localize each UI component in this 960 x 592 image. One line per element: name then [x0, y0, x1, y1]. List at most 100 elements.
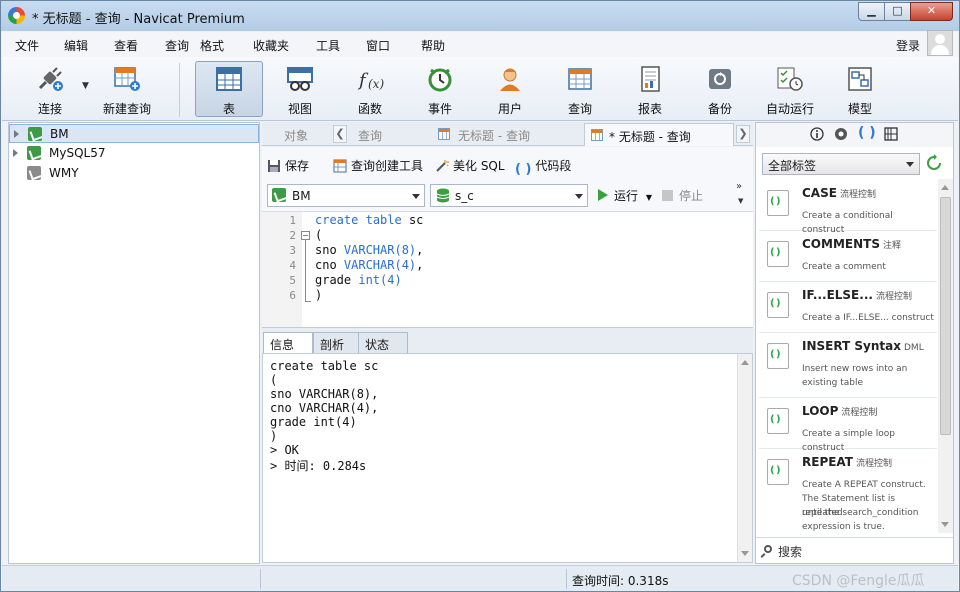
- avatar[interactable]: [927, 30, 953, 56]
- fold-guide-end: [305, 301, 311, 302]
- snippet-description: Insert new rows into an: [802, 364, 908, 374]
- save-button[interactable]: 保存: [267, 157, 309, 174]
- preview-icon[interactable]: [834, 127, 848, 141]
- snippet-filter-select[interactable]: 全部标签: [762, 153, 920, 175]
- menu-bar: 文件 编辑 查看 查询 格式 收藏夹 工具 窗口 帮助 登录: [2, 32, 958, 57]
- run-dropdown-icon[interactable]: ▼: [646, 193, 652, 202]
- snippet-title-text: LOOP: [802, 404, 839, 418]
- scroll-up-icon[interactable]: [941, 185, 949, 190]
- tab-query[interactable]: 查询: [350, 123, 434, 146]
- snippet-scrollbar[interactable]: [938, 179, 953, 533]
- run-button[interactable]: 运行 ▼: [598, 187, 652, 204]
- overflow-chevron-icon[interactable]: »: [736, 181, 742, 192]
- database-select[interactable]: s_c: [430, 184, 588, 207]
- snippet-panel: ( ) 全部标签 CASE流程控制 Create a conditional c…: [755, 122, 954, 564]
- toolbar-query-button[interactable]: 查询: [546, 61, 614, 117]
- menu-edit[interactable]: 编辑: [64, 37, 88, 54]
- menu-help[interactable]: 帮助: [421, 37, 445, 54]
- info-icon[interactable]: [810, 127, 824, 141]
- fold-toggle-icon[interactable]: −: [301, 231, 310, 240]
- close-button[interactable]: ✕: [910, 2, 953, 21]
- expand-arrow-icon[interactable]: [14, 130, 19, 138]
- scroll-thumb[interactable]: [940, 197, 951, 435]
- snippet-loop[interactable]: LOOP流程控制 Create a simple loop construct: [759, 398, 937, 453]
- snippet-category: 流程控制: [875, 292, 912, 302]
- code-snippet-button[interactable]: ( ) 代码段: [515, 157, 571, 177]
- code-snippet-icon: ( ): [515, 162, 532, 177]
- expand-arrow-icon[interactable]: [13, 149, 18, 157]
- toolbar-label: 新建查询: [102, 102, 151, 116]
- toolbar-report-button[interactable]: 报表: [616, 61, 684, 117]
- refresh-snippet-icon[interactable]: [925, 154, 943, 172]
- tab-label: 对象: [284, 129, 309, 143]
- menu-window[interactable]: 窗口: [366, 37, 390, 54]
- sql-editor[interactable]: 1 2 3 4 5 6 − create table sc ( sno VARC…: [262, 211, 753, 327]
- menu-format[interactable]: 格式: [200, 37, 224, 54]
- toolbar-user-button[interactable]: 用户: [476, 61, 544, 117]
- menu-tools[interactable]: 工具: [316, 37, 340, 54]
- grid-view-icon[interactable]: [884, 127, 898, 141]
- snippet-case[interactable]: CASE流程控制 Create a conditional construct: [759, 180, 937, 235]
- main-toolbar: 连接 ▼ 新建查询 表 视图 f (x) 函数 事件 用户 查询 报表 备份 自…: [2, 57, 958, 121]
- snippet-repeat[interactable]: REPEAT流程控制 Create A REPEAT construct. Th…: [759, 449, 937, 535]
- run-icon: [598, 189, 608, 201]
- connection-tree: BM MySQL57 WMY: [8, 122, 260, 564]
- database-select-value: s_c: [455, 189, 474, 203]
- maximize-button[interactable]: □: [884, 2, 911, 21]
- chevron-down-icon: [575, 194, 583, 199]
- output-scrollbar[interactable]: [737, 354, 752, 562]
- connection-select[interactable]: BM: [267, 184, 425, 207]
- snippet-search[interactable]: 搜索: [756, 537, 953, 563]
- stop-button[interactable]: 停止: [662, 187, 703, 204]
- toolbar-function-button[interactable]: f (x) 函数: [336, 61, 404, 117]
- menu-view[interactable]: 查看: [114, 37, 138, 54]
- scroll-down-icon[interactable]: [941, 522, 949, 527]
- tree-item-mysql57[interactable]: MySQL57: [9, 144, 259, 163]
- code-snippet-icon: [767, 292, 789, 318]
- snippet-category: 流程控制: [839, 190, 876, 200]
- snippet-insert-syntax[interactable]: INSERT SyntaxDML Insert new rows into an…: [759, 333, 937, 398]
- minimize-button[interactable]: ▁: [858, 2, 885, 21]
- tree-item-bm[interactable]: BM: [9, 124, 259, 143]
- watermark: CSDN @Fengle瓜瓜: [792, 573, 925, 589]
- tree-item-wmy[interactable]: WMY: [9, 164, 259, 183]
- menu-file[interactable]: 文件: [15, 37, 39, 54]
- beautify-sql-button[interactable]: 美化 SQL: [435, 157, 505, 174]
- connect-dropdown-icon[interactable]: ▼: [82, 81, 89, 91]
- snippet-if-else[interactable]: IF...ELSE...流程控制 Create a IF...ELSE... c…: [759, 282, 937, 333]
- toolbar-model-button[interactable]: 模型: [826, 61, 894, 117]
- navicat-app-icon: [8, 7, 25, 24]
- code-snippet-icon: [767, 459, 789, 485]
- scroll-down-icon[interactable]: [741, 551, 749, 556]
- toolbar-automation-button[interactable]: 自动运行: [756, 61, 824, 117]
- tab-untitled-query-active[interactable]: * 无标题 - 查询: [584, 123, 734, 146]
- snippet-description: Create a IF...ELSE... construct: [802, 313, 934, 323]
- toolbar-label: 备份: [707, 102, 732, 116]
- tab-profile[interactable]: 剖析: [313, 332, 363, 354]
- scroll-up-icon[interactable]: [741, 360, 749, 365]
- title-bar: * 无标题 - 查询 - Navicat Premium ▁ □ ✕: [1, 1, 959, 31]
- overflow-dropdown-icon[interactable]: ▼: [738, 197, 743, 205]
- tab-scroll-right-button[interactable]: ❯: [736, 125, 750, 143]
- menu-favorites[interactable]: 收藏夹: [253, 37, 289, 54]
- tab-status[interactable]: 状态: [358, 332, 408, 354]
- code-line-5: grade int(4): [315, 273, 402, 287]
- code-snippet-icon[interactable]: ( ): [858, 125, 876, 141]
- tab-objects[interactable]: 对象: [262, 123, 330, 146]
- toolbar-event-button[interactable]: 事件: [406, 61, 474, 117]
- toolbar-table-button[interactable]: 表: [195, 61, 263, 117]
- sql-number: (4): [380, 273, 402, 287]
- menu-query[interactable]: 查询: [165, 37, 189, 54]
- tab-scroll-left-button[interactable]: ❮: [333, 125, 347, 143]
- toolbar-backup-button[interactable]: 备份: [686, 61, 754, 117]
- toolbar-new-query-button[interactable]: 新建查询: [92, 61, 162, 117]
- toolbar-connect-button[interactable]: 连接: [16, 61, 84, 117]
- magic-wand-icon: [436, 160, 449, 172]
- snippet-title-text: REPEAT: [802, 455, 853, 469]
- toolbar-view-button[interactable]: 视图: [266, 61, 334, 117]
- tab-untitled-query[interactable]: 无标题 - 查询: [434, 123, 584, 146]
- tab-info[interactable]: 信息: [263, 332, 313, 354]
- query-builder-button[interactable]: 查询创建工具: [333, 157, 423, 174]
- login-link[interactable]: 登录: [896, 37, 920, 54]
- snippet-comments[interactable]: COMMENTS注释 Create a comment: [759, 231, 937, 282]
